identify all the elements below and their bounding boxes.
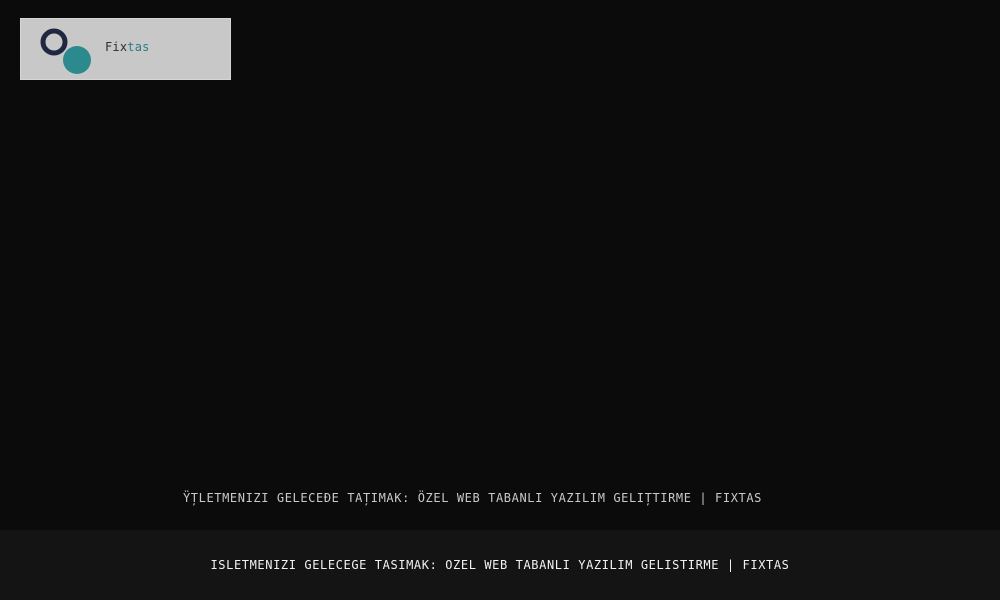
logo-circles-icon bbox=[40, 28, 91, 74]
logo-wordmark: Fixtas bbox=[105, 40, 150, 54]
footer-bar: ISLETMENIZI GELECEGE TASIMAK: OZEL WEB T… bbox=[0, 530, 1000, 600]
logo-wordmark-part2: tas bbox=[127, 40, 150, 54]
logo[interactable]: Fixtas bbox=[20, 18, 231, 80]
footer-title: ISLETMENIZI GELECEGE TASIMAK: OZEL WEB T… bbox=[210, 558, 790, 572]
page-title: ŸȚLETMENIZI GELECEĐE TAȚIMAK: ÖZEL WEB T… bbox=[182, 491, 763, 505]
logo-wordmark-part1: Fix bbox=[105, 40, 128, 54]
